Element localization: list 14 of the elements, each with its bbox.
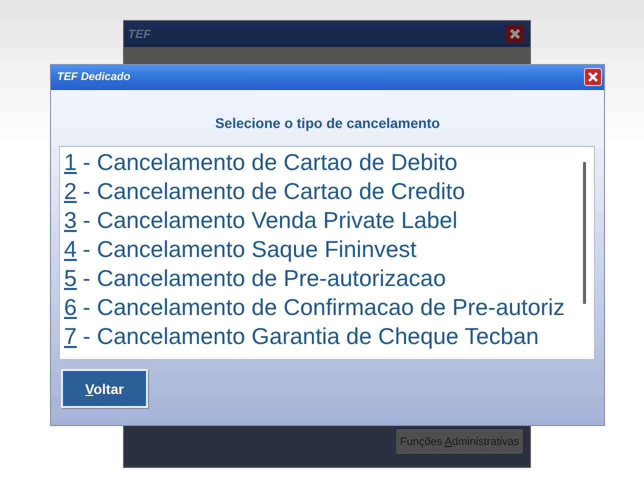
window-title: TEF Dedicado xyxy=(57,71,130,83)
close-icon[interactable] xyxy=(584,68,602,86)
list-item[interactable]: 2 - Cancelamento de Cartao de Credito xyxy=(64,177,583,206)
back-button[interactable]: Voltar xyxy=(61,369,148,408)
dialog-heading: Selecione o tipo de cancelamento xyxy=(214,115,441,131)
list-item[interactable]: 4 - Cancelamento Saque Fininvest xyxy=(64,235,583,264)
scrollbar[interactable] xyxy=(583,162,586,304)
list-item[interactable]: 1 - Cancelamento de Cartao de Debito xyxy=(64,148,583,177)
list-item[interactable]: 6 - Cancelamento de Confirmacao de Pre-autoriz xyxy=(64,293,583,322)
list-item[interactable]: 3 - Cancelamento Venda Private Label xyxy=(64,206,583,235)
list-item[interactable]: 7 - Cancelamento Garantia de Cheque Tecban xyxy=(64,322,583,351)
window-title: TEF xyxy=(128,27,151,41)
close-icon[interactable] xyxy=(506,25,524,43)
list-item[interactable]: 5 - Cancelamento de Pre-autorizacao xyxy=(64,264,583,293)
